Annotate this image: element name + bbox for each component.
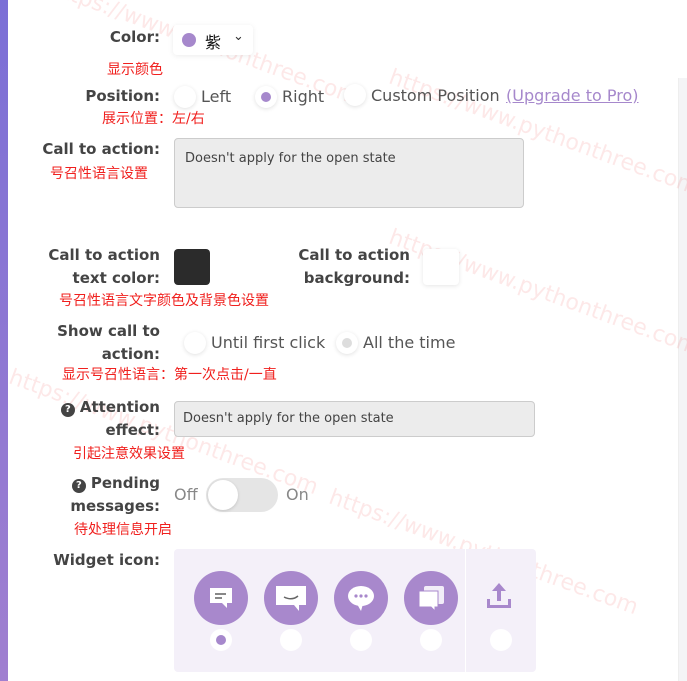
label-line: background: xyxy=(303,269,410,287)
position-right-label[interactable]: Right xyxy=(282,87,324,106)
color-select[interactable]: 紫 ⌄ xyxy=(173,25,253,55)
label-line: text color: xyxy=(72,269,160,287)
attention-label: ? Attention effect: xyxy=(60,396,160,442)
color-value: 紫 xyxy=(205,33,222,52)
widget-icon-label: Widget icon: xyxy=(53,551,160,569)
cta-text-color-label: Call to action text color: xyxy=(48,244,160,290)
attention-select[interactable]: Doesn't apply for the open state xyxy=(174,401,535,437)
show-cta-all-time-label[interactable]: All the time xyxy=(363,333,455,352)
label-line: Attention xyxy=(79,398,160,416)
color-note: 显示颜色 xyxy=(107,62,163,78)
upgrade-to-pro-link[interactable]: (Upgrade to Pro) xyxy=(506,86,639,105)
label-line: Pending xyxy=(90,474,160,492)
help-icon[interactable]: ? xyxy=(71,479,86,493)
chat-lines-icon[interactable] xyxy=(194,571,248,625)
pending-on-label: On xyxy=(286,485,309,504)
cta-bg-color-picker[interactable] xyxy=(423,249,459,285)
sidebar-accent-bar xyxy=(0,0,8,681)
label-line: Call to action xyxy=(298,246,410,264)
cta-bg-color-label: Call to action background: xyxy=(290,244,410,290)
attention-note: 引起注意效果设置 xyxy=(73,446,185,462)
label-line: Call to action xyxy=(48,246,160,264)
chat-dots-icon[interactable] xyxy=(334,571,388,625)
widget-icon-radio[interactable] xyxy=(420,629,442,651)
widget-icon-radio[interactable] xyxy=(210,629,232,651)
position-right-radio[interactable] xyxy=(255,86,277,108)
cta-textarea[interactable]: Doesn't apply for the open state xyxy=(174,138,524,208)
position-custom-radio[interactable] xyxy=(344,84,366,106)
widget-icon-radio[interactable] xyxy=(280,629,302,651)
position-custom-label[interactable]: Custom Position xyxy=(371,86,500,105)
pending-label: ? Pending messages: xyxy=(70,472,160,518)
show-cta-first-click-label[interactable]: Until first click xyxy=(211,333,325,352)
position-note: 展示位置：左/右 xyxy=(102,111,205,127)
widget-icon-radio[interactable] xyxy=(490,629,512,651)
position-left-label[interactable]: Left xyxy=(201,87,231,106)
label-line: messages: xyxy=(70,497,160,515)
show-cta-first-click-radio[interactable] xyxy=(184,332,206,354)
label-line: effect: xyxy=(105,421,160,439)
chat-stack-icon[interactable] xyxy=(404,571,458,625)
cta-note: 号召性语言设置 xyxy=(50,166,148,182)
cta-text-color-picker[interactable] xyxy=(174,249,210,285)
pending-off-label: Off xyxy=(174,485,198,504)
toggle-knob xyxy=(208,480,238,510)
divider xyxy=(465,549,466,672)
color-label: Color: xyxy=(109,28,160,46)
show-cta-label: Show call to action: xyxy=(57,320,160,366)
position-left-radio[interactable] xyxy=(174,86,196,108)
show-cta-note: 显示号召性语言：第一次点击/一直 xyxy=(62,367,277,383)
pending-note: 待处理信息开启 xyxy=(74,522,172,538)
chat-smile-icon[interactable] xyxy=(264,571,318,625)
label-line: action: xyxy=(101,345,160,363)
help-icon[interactable]: ? xyxy=(60,403,75,417)
cta-label: Call to action: xyxy=(42,140,160,158)
chevron-down-icon: ⌄ xyxy=(233,29,244,44)
pending-toggle[interactable] xyxy=(206,478,278,512)
widget-icon-picker xyxy=(174,549,536,672)
cta-colors-note: 号召性语言文字颜色及背景色设置 xyxy=(59,293,269,309)
position-label: Position: xyxy=(85,87,160,105)
preview-scroll-pane[interactable] xyxy=(678,78,687,681)
widget-icon-radio[interactable] xyxy=(350,629,372,651)
show-cta-all-time-radio[interactable] xyxy=(336,332,358,354)
color-dot-icon xyxy=(182,33,196,47)
upload-icon[interactable] xyxy=(484,581,514,615)
label-line: Show call to xyxy=(57,322,160,340)
